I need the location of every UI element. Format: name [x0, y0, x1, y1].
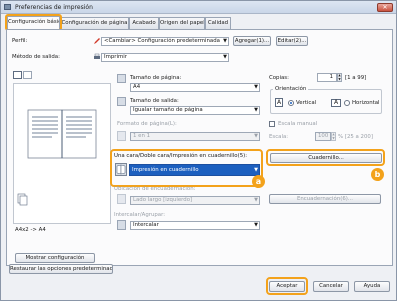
portrait-radio[interactable]	[288, 100, 294, 106]
copies-label: Copias:	[269, 75, 289, 81]
booklet-preview-graphic	[17, 109, 97, 206]
duplex-value: Impresión en cuadernillo	[132, 167, 199, 173]
cancel-button[interactable]: Cancelar	[313, 281, 349, 292]
chevron-down-icon: ▼	[254, 197, 258, 203]
binding-label: Ubicación de encuadernación:	[114, 186, 196, 192]
preview-mode-alt-icon[interactable]	[23, 71, 32, 79]
help-button[interactable]: Ayuda	[354, 281, 390, 292]
page-layout-label: Formato de página(L):	[117, 121, 177, 127]
profile-label: Perfil:	[12, 38, 28, 44]
output-size-icon	[117, 97, 126, 106]
page-layout-icon	[117, 131, 126, 141]
page-preview	[13, 83, 111, 224]
landscape-glyph-icon: A	[331, 99, 341, 107]
binding-button[interactable]: Encuadernación(6)...	[269, 194, 381, 204]
page-layout-value: 1 en 1	[133, 133, 151, 139]
booklet-button[interactable]: Cuadernillo...	[270, 153, 382, 163]
landscape-radio[interactable]	[344, 100, 350, 106]
binding-icon	[117, 194, 126, 204]
page-size-icon	[117, 74, 126, 83]
accept-button[interactable]: Aceptar	[269, 281, 305, 292]
orientation-label: Orientación	[273, 86, 309, 92]
printer-icon	[4, 4, 11, 10]
portrait-label: Vertical	[296, 100, 317, 106]
callout-b-badge: b	[371, 168, 384, 181]
collate-select[interactable]: Intercalar ▼	[130, 221, 260, 230]
collate-label: Intercalar/Agrupar:	[114, 212, 166, 218]
tab-finishing[interactable]: Acabado	[129, 17, 159, 29]
output-method-value: Imprimir	[104, 54, 127, 60]
scale-label: Escala:	[269, 134, 289, 140]
scale-spinner[interactable]: ▲ ▼	[331, 132, 336, 141]
output-method-label: Método de salida:	[12, 54, 60, 60]
manual-scaling-label: Escala manual	[278, 121, 318, 127]
tab-page-setup[interactable]: Configuración de página	[60, 17, 129, 29]
binding-select[interactable]: Lado largo [izquierdo] ▼	[130, 196, 260, 205]
title-bar: Preferencias de impresión ✕	[1, 1, 396, 14]
binding-value: Lado largo [izquierdo]	[133, 197, 193, 203]
profile-select[interactable]: <Cambiar> Configuración predeterminada ▼	[101, 37, 229, 46]
profile-value: <Cambiar> Configuración predeterminada	[104, 38, 220, 44]
chevron-down-icon: ▼	[223, 38, 227, 44]
profile-pencil-icon	[93, 37, 101, 45]
chevron-down-icon: ▼	[254, 167, 258, 173]
manual-scaling-checkbox[interactable]	[269, 121, 275, 127]
preview-mode-icon[interactable]	[13, 71, 22, 79]
duplex-label: Una cara/Doble cara/Impresión en cuadern…	[114, 153, 248, 159]
chevron-down-icon: ▼	[254, 84, 258, 90]
scale-input[interactable]: 100	[315, 132, 331, 141]
chevron-down-icon: ▼	[223, 54, 227, 60]
tab-quality[interactable]: Calidad	[205, 17, 231, 29]
output-size-label: Tamaño de salida:	[130, 98, 179, 104]
output-size-select[interactable]: Igualar tamaño de página ▼	[130, 106, 260, 115]
callout-a-badge: a	[252, 175, 265, 188]
page-layout-select[interactable]: 1 en 1 ▼	[130, 132, 260, 141]
page-size-value: A4	[133, 84, 141, 90]
copies-input[interactable]: 1	[317, 73, 337, 82]
copies-spinner[interactable]: ▲ ▼	[337, 73, 342, 82]
output-size-value: Igualar tamaño de página	[133, 107, 203, 113]
duplex-select[interactable]: Impresión en cuadernillo ▼	[129, 164, 260, 176]
chevron-down-icon: ▼	[254, 107, 258, 113]
tab-paper-source[interactable]: Origen del papel	[159, 17, 205, 29]
chevron-down-icon: ▼	[254, 133, 258, 139]
restore-defaults-button[interactable]: Restaurar las opciones predeterminadas	[9, 264, 113, 274]
landscape-label: Horizontal	[352, 100, 380, 106]
scale-range: % [25 a 200]	[338, 134, 373, 140]
portrait-glyph-icon: A	[275, 98, 283, 107]
collate-icon	[117, 220, 126, 230]
close-button[interactable]: ✕	[377, 3, 393, 12]
output-method-select[interactable]: Imprimir ▼	[101, 53, 229, 62]
add-profile-button[interactable]: Agregar(1)...	[233, 36, 271, 46]
page-size-label: Tamaño de página:	[130, 75, 182, 81]
show-settings-button[interactable]: Mostrar configuración	[15, 253, 95, 263]
chevron-down-icon: ▼	[254, 222, 258, 228]
collate-value: Intercalar	[133, 222, 159, 228]
window-title: Preferencias de impresión	[15, 4, 93, 11]
booklet-icon	[115, 163, 127, 176]
preview-caption: A4x2 -> A4	[15, 227, 46, 233]
page-size-select[interactable]: A4 ▼	[130, 83, 260, 92]
edit-profile-button[interactable]: Editar(2)...	[276, 36, 308, 46]
dialog-window: Preferencias de impresión ✕ Configuració…	[0, 0, 397, 301]
printer-small-icon	[93, 53, 101, 61]
copies-range: [1 a 99]	[345, 75, 367, 81]
